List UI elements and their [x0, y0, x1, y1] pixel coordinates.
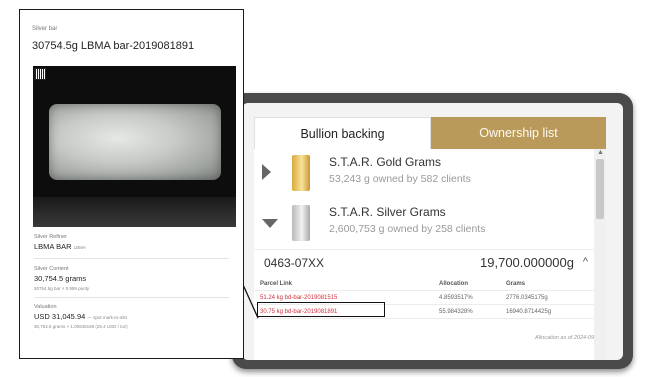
allocation-cell: 4.8593517% — [439, 295, 473, 301]
product-item-gold[interactable]: S.T.A.R. Gold Grams 53,243 g owned by 58… — [254, 149, 594, 197]
info-sub-content: 30754.5g bar × 0.999 purity — [34, 286, 90, 291]
info-sub-valuation: 30,754.5 grams × 1.00945168 (25.4 USD / … — [34, 324, 128, 329]
product-summary: 2,600,753 g owned by 258 clients — [329, 223, 486, 235]
bar-title: 30754.5g LBMA bar-2019081891 — [32, 40, 195, 52]
valuation-amount: USD 31,045.94 — [34, 312, 86, 321]
scrollbar[interactable]: ▲ — [594, 149, 606, 360]
divider — [34, 297, 229, 298]
expand-arrow-icon[interactable] — [262, 164, 271, 180]
tab-bullion-backing[interactable]: Bullion backing — [254, 117, 431, 149]
column-header: Grams — [506, 281, 526, 287]
tab-bar: Bullion backing Ownership list — [254, 117, 606, 149]
column-header: Parcel Link — [260, 281, 293, 287]
product-list: S.T.A.R. Gold Grams 53,243 g owned by 58… — [254, 149, 606, 360]
card-label: Silver bar — [32, 26, 58, 32]
highlight-box — [257, 302, 385, 317]
scrollbar-thumb[interactable] — [596, 159, 604, 219]
device-frame: Bullion backing Ownership list S.T.A.R. … — [232, 93, 633, 369]
refiner-note: LBMA — [73, 245, 86, 250]
valuation-note: — spot mark-to-mkt — [87, 315, 127, 320]
account-row[interactable]: 0463-07XX 19,700.000000g ^ — [254, 249, 594, 275]
product-name: S.T.A.R. Silver Grams — [329, 205, 446, 219]
app-screen: Bullion backing Ownership list S.T.A.R. … — [242, 103, 623, 360]
product-name: S.T.A.R. Gold Grams — [329, 155, 442, 169]
allocation-footnote: Allocation as of 2024-09-30 — [535, 335, 602, 341]
info-value-valuation: USD 31,045.94 — spot mark-to-mkt — [34, 312, 127, 321]
qr-code-icon[interactable] — [34, 68, 46, 80]
account-id: 0463-07XX — [264, 256, 325, 270]
grams-cell: 2776.0345175g — [506, 295, 548, 301]
stage: Bullion backing Ownership list S.T.A.R. … — [0, 0, 648, 377]
divider — [34, 258, 229, 259]
allocation-cell: 55.984328% — [439, 309, 473, 315]
product-item-silver[interactable]: S.T.A.R. Silver Grams 2,600,753 g owned … — [254, 199, 594, 247]
info-value-refiner: LBMA BAR LBMA — [34, 242, 86, 251]
info-value-content: 30,754.5 grams — [34, 274, 87, 283]
scroll-up-icon[interactable]: ▲ — [597, 149, 604, 156]
photo-background — [33, 197, 236, 227]
grams-cell: 16940.8714425g — [506, 309, 552, 315]
column-header: Allocation — [439, 281, 469, 287]
table-header-row: Parcel Link Allocation Grams — [254, 277, 594, 291]
info-label-valuation: Valuation — [34, 304, 57, 310]
gold-bar-thumbnail — [292, 155, 310, 191]
silver-bar-thumbnail — [292, 205, 310, 241]
refiner-name: LBMA BAR — [34, 242, 72, 251]
collapse-arrow-icon[interactable] — [262, 219, 278, 228]
silver-bar-image — [49, 104, 221, 180]
bar-photo — [33, 66, 236, 227]
chevron-up-icon[interactable]: ^ — [583, 256, 588, 268]
info-label-refiner: Silver Refiner — [34, 234, 68, 240]
bar-detail-card: Silver bar 30754.5g LBMA bar-2019081891 … — [19, 9, 244, 359]
tab-ownership-list[interactable]: Ownership list — [431, 117, 606, 149]
info-label-content: Silver Content — [34, 266, 69, 272]
parcel-link[interactable]: 51.24 kg bd-bar-2019081515 — [260, 295, 337, 301]
product-summary: 53,243 g owned by 582 clients — [329, 173, 471, 185]
account-total: 19,700.000000g — [480, 255, 574, 270]
